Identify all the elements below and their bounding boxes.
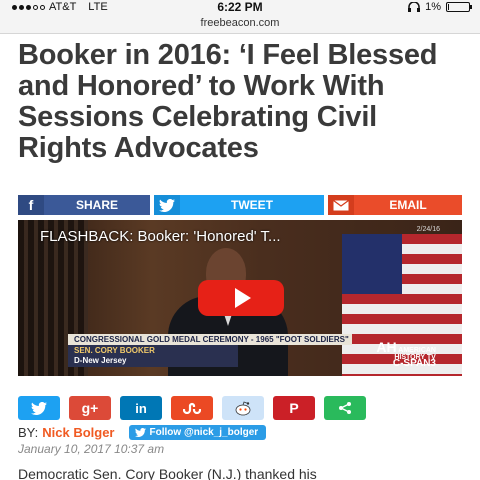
battery-icon xyxy=(446,2,472,12)
address-bar[interactable]: freebeacon.com xyxy=(0,14,480,34)
video-title[interactable]: FLASHBACK: Booker: 'Honored' T... xyxy=(40,228,281,245)
video-player[interactable]: FLASHBACK: Booker: 'Honored' T... 2/24/1… xyxy=(18,220,462,376)
google-plus-icon[interactable]: g+ xyxy=(69,396,111,420)
twitter-tweet-label: TWEET xyxy=(231,198,273,212)
channel-logo: C-SPAN3 xyxy=(392,358,436,369)
twitter-follow-button[interactable]: Follow @nick_j_bolger xyxy=(128,424,267,440)
stumbleupon-icon[interactable] xyxy=(171,396,213,420)
article-body-start: Democratic Sen. Cory Booker (N.J.) thank… xyxy=(18,466,317,480)
email-share-label: EMAIL xyxy=(389,198,427,212)
network-logo-mark: AH xyxy=(376,339,397,355)
twitter-icon xyxy=(31,401,47,415)
article-headline: Booker in 2016: ‘I Feel Blessed and Hono… xyxy=(18,39,438,164)
play-icon xyxy=(235,288,251,308)
twitter-share-icon-button[interactable] xyxy=(18,396,60,420)
network-logo-line1: AMERICAN xyxy=(398,347,436,354)
pinterest-icon[interactable]: P xyxy=(273,396,315,420)
speaker-caption: SEN. CORY BOOKER D-New Jersey xyxy=(68,345,238,367)
speaker-name: SEN. CORY BOOKER xyxy=(74,346,155,355)
follow-label: Follow @nick_j_bolger xyxy=(149,426,259,438)
video-date-stamp: 2/24/16 xyxy=(416,226,440,233)
publish-date: January 10, 2017 10:37 am xyxy=(18,442,165,456)
video-chyron: CONGRESSIONAL GOLD MEDAL CEREMONY - 1965… xyxy=(68,334,352,345)
battery-percentage: 1% xyxy=(425,1,441,13)
byline: BY: Nick Bolger Follow @nick_j_bolger xyxy=(18,424,267,440)
twitter-tweet-button[interactable]: TWEET xyxy=(154,195,324,215)
headphones-icon xyxy=(408,2,421,12)
reddit-icon[interactable] xyxy=(222,396,264,420)
status-right: 1% xyxy=(408,1,472,13)
speaker-info: D-New Jersey xyxy=(74,356,127,365)
status-bar: AT&T LTE 6:22 PM 1% xyxy=(0,0,480,14)
twitter-icon xyxy=(134,427,146,437)
flag-canton xyxy=(342,234,402,294)
linkedin-icon[interactable]: in xyxy=(120,396,162,420)
play-button[interactable] xyxy=(198,280,284,316)
twitter-icon xyxy=(154,195,180,215)
share-icon[interactable] xyxy=(324,396,366,420)
email-share-button[interactable]: EMAIL xyxy=(328,195,462,215)
email-icon xyxy=(328,195,354,215)
social-share-row: g+ in P xyxy=(18,396,366,420)
author-link[interactable]: Nick Bolger xyxy=(42,425,114,440)
facebook-share-label: SHARE xyxy=(75,198,118,212)
byline-prefix: BY: xyxy=(18,424,39,440)
facebook-icon: f xyxy=(18,195,44,215)
facebook-share-button[interactable]: f SHARE xyxy=(18,195,150,215)
share-bar: f SHARE TWEET EMAIL xyxy=(18,195,462,215)
url-text: freebeacon.com xyxy=(200,17,280,29)
